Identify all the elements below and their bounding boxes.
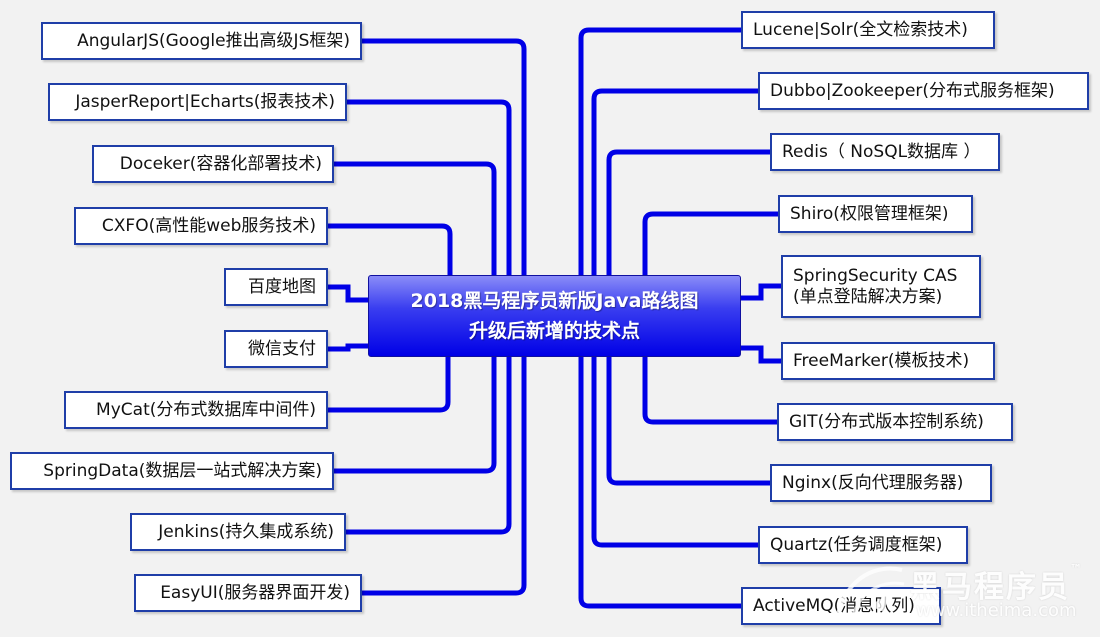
node-label: Dubbo|Zookeeper(分布式服务框架) [770, 80, 1055, 101]
watermark-url: www.itheima.com [916, 600, 1077, 621]
central-topic-subtitle: 升级后新增的技术点 [468, 320, 640, 342]
node-shiro[interactable]: Shiro(权限管理框架) [778, 195, 973, 233]
connector-nginx [606, 349, 773, 486]
connector-springsecurity [738, 283, 784, 301]
central-topic-title: 2018黑马程序员新版Java路线图 [410, 290, 699, 312]
brand-logo-icon [836, 566, 905, 623]
connector-baidu-map [325, 284, 371, 303]
connector-jenkins [343, 349, 512, 535]
node-label: CXFO(高性能web服务技术) [101, 215, 316, 236]
node-label: EasyUI(服务器界面开发) [160, 582, 350, 603]
node-label: Nginx(反向代理服务器) [782, 472, 964, 493]
node-label: Lucene|Solr(全文检索技术) [753, 19, 968, 40]
node-label: Redis（ NoSQL数据库 ） [782, 141, 981, 162]
node-label: SpringSecurity CAS (单点登陆解决方案) [793, 265, 958, 307]
node-git[interactable]: GIT(分布式版本控制系统) [777, 403, 1013, 441]
node-mycat[interactable]: MyCat(分布式数据库中间件) [64, 391, 328, 429]
node-label: Shiro(权限管理框架) [790, 203, 949, 224]
node-label: AngularJS(Google推出高级JS框架) [77, 30, 350, 51]
node-nginx[interactable]: Nginx(反向代理服务器) [770, 464, 992, 502]
connector-quartz [591, 349, 761, 548]
node-label: Quartz(任务调度框架) [770, 534, 943, 555]
mindmap-canvas: AngularJS(Google推出高级JS框架) JasperReport|E… [0, 0, 1100, 637]
node-label: 百度地图 [248, 276, 316, 297]
node-jasperreport[interactable]: JasperReport|Echarts(报表技术) [48, 83, 347, 121]
node-wechat-pay[interactable]: 微信支付 [224, 330, 328, 368]
node-lucene[interactable]: Lucene|Solr(全文检索技术) [741, 11, 995, 49]
node-label: Doceker(容器化部署技术) [119, 153, 322, 174]
brand-watermark: 黑马程序员™ www.itheima.com [820, 556, 1098, 636]
connector-wechat-pay [325, 343, 371, 352]
connector-git [642, 349, 780, 425]
node-redis[interactable]: Redis（ NoSQL数据库 ） [770, 133, 1000, 171]
node-freemarker[interactable]: FreeMarker(模板技术) [781, 342, 995, 380]
connector-mycat [325, 349, 451, 413]
connector-activemq [578, 349, 744, 609]
node-label: JasperReport|Echarts(报表技术) [75, 91, 335, 112]
node-springsecurity[interactable]: SpringSecurity CAS (单点登陆解决方案) [781, 255, 981, 318]
node-angularjs[interactable]: AngularJS(Google推出高级JS框架) [41, 22, 362, 60]
node-label: SpringData(数据层一站式解决方案) [43, 460, 322, 481]
connector-freemarker [738, 345, 784, 364]
watermark-tm: ™ [1070, 562, 1084, 576]
node-cxfo[interactable]: CXFO(高性能web服务技术) [74, 207, 328, 245]
node-jenkins[interactable]: Jenkins(持久集成系统) [130, 513, 346, 551]
node-label: FreeMarker(模板技术) [793, 350, 970, 371]
node-label: GIT(分布式版本控制系统) [789, 411, 984, 432]
node-label: 微信支付 [248, 338, 316, 359]
node-label: Jenkins(持久集成系统) [158, 521, 334, 542]
node-label: MyCat(分布式数据库中间件) [96, 399, 316, 420]
node-docker[interactable]: Doceker(容器化部署技术) [92, 145, 334, 183]
central-topic[interactable]: 2018黑马程序员新版Java路线图 升级后新增的技术点 [368, 275, 741, 357]
node-baidu-map[interactable]: 百度地图 [224, 268, 328, 306]
node-dubbo[interactable]: Dubbo|Zookeeper(分布式服务框架) [758, 72, 1089, 110]
node-easyui[interactable]: EasyUI(服务器界面开发) [134, 574, 362, 612]
node-springdata[interactable]: SpringData(数据层一站式解决方案) [10, 452, 334, 490]
